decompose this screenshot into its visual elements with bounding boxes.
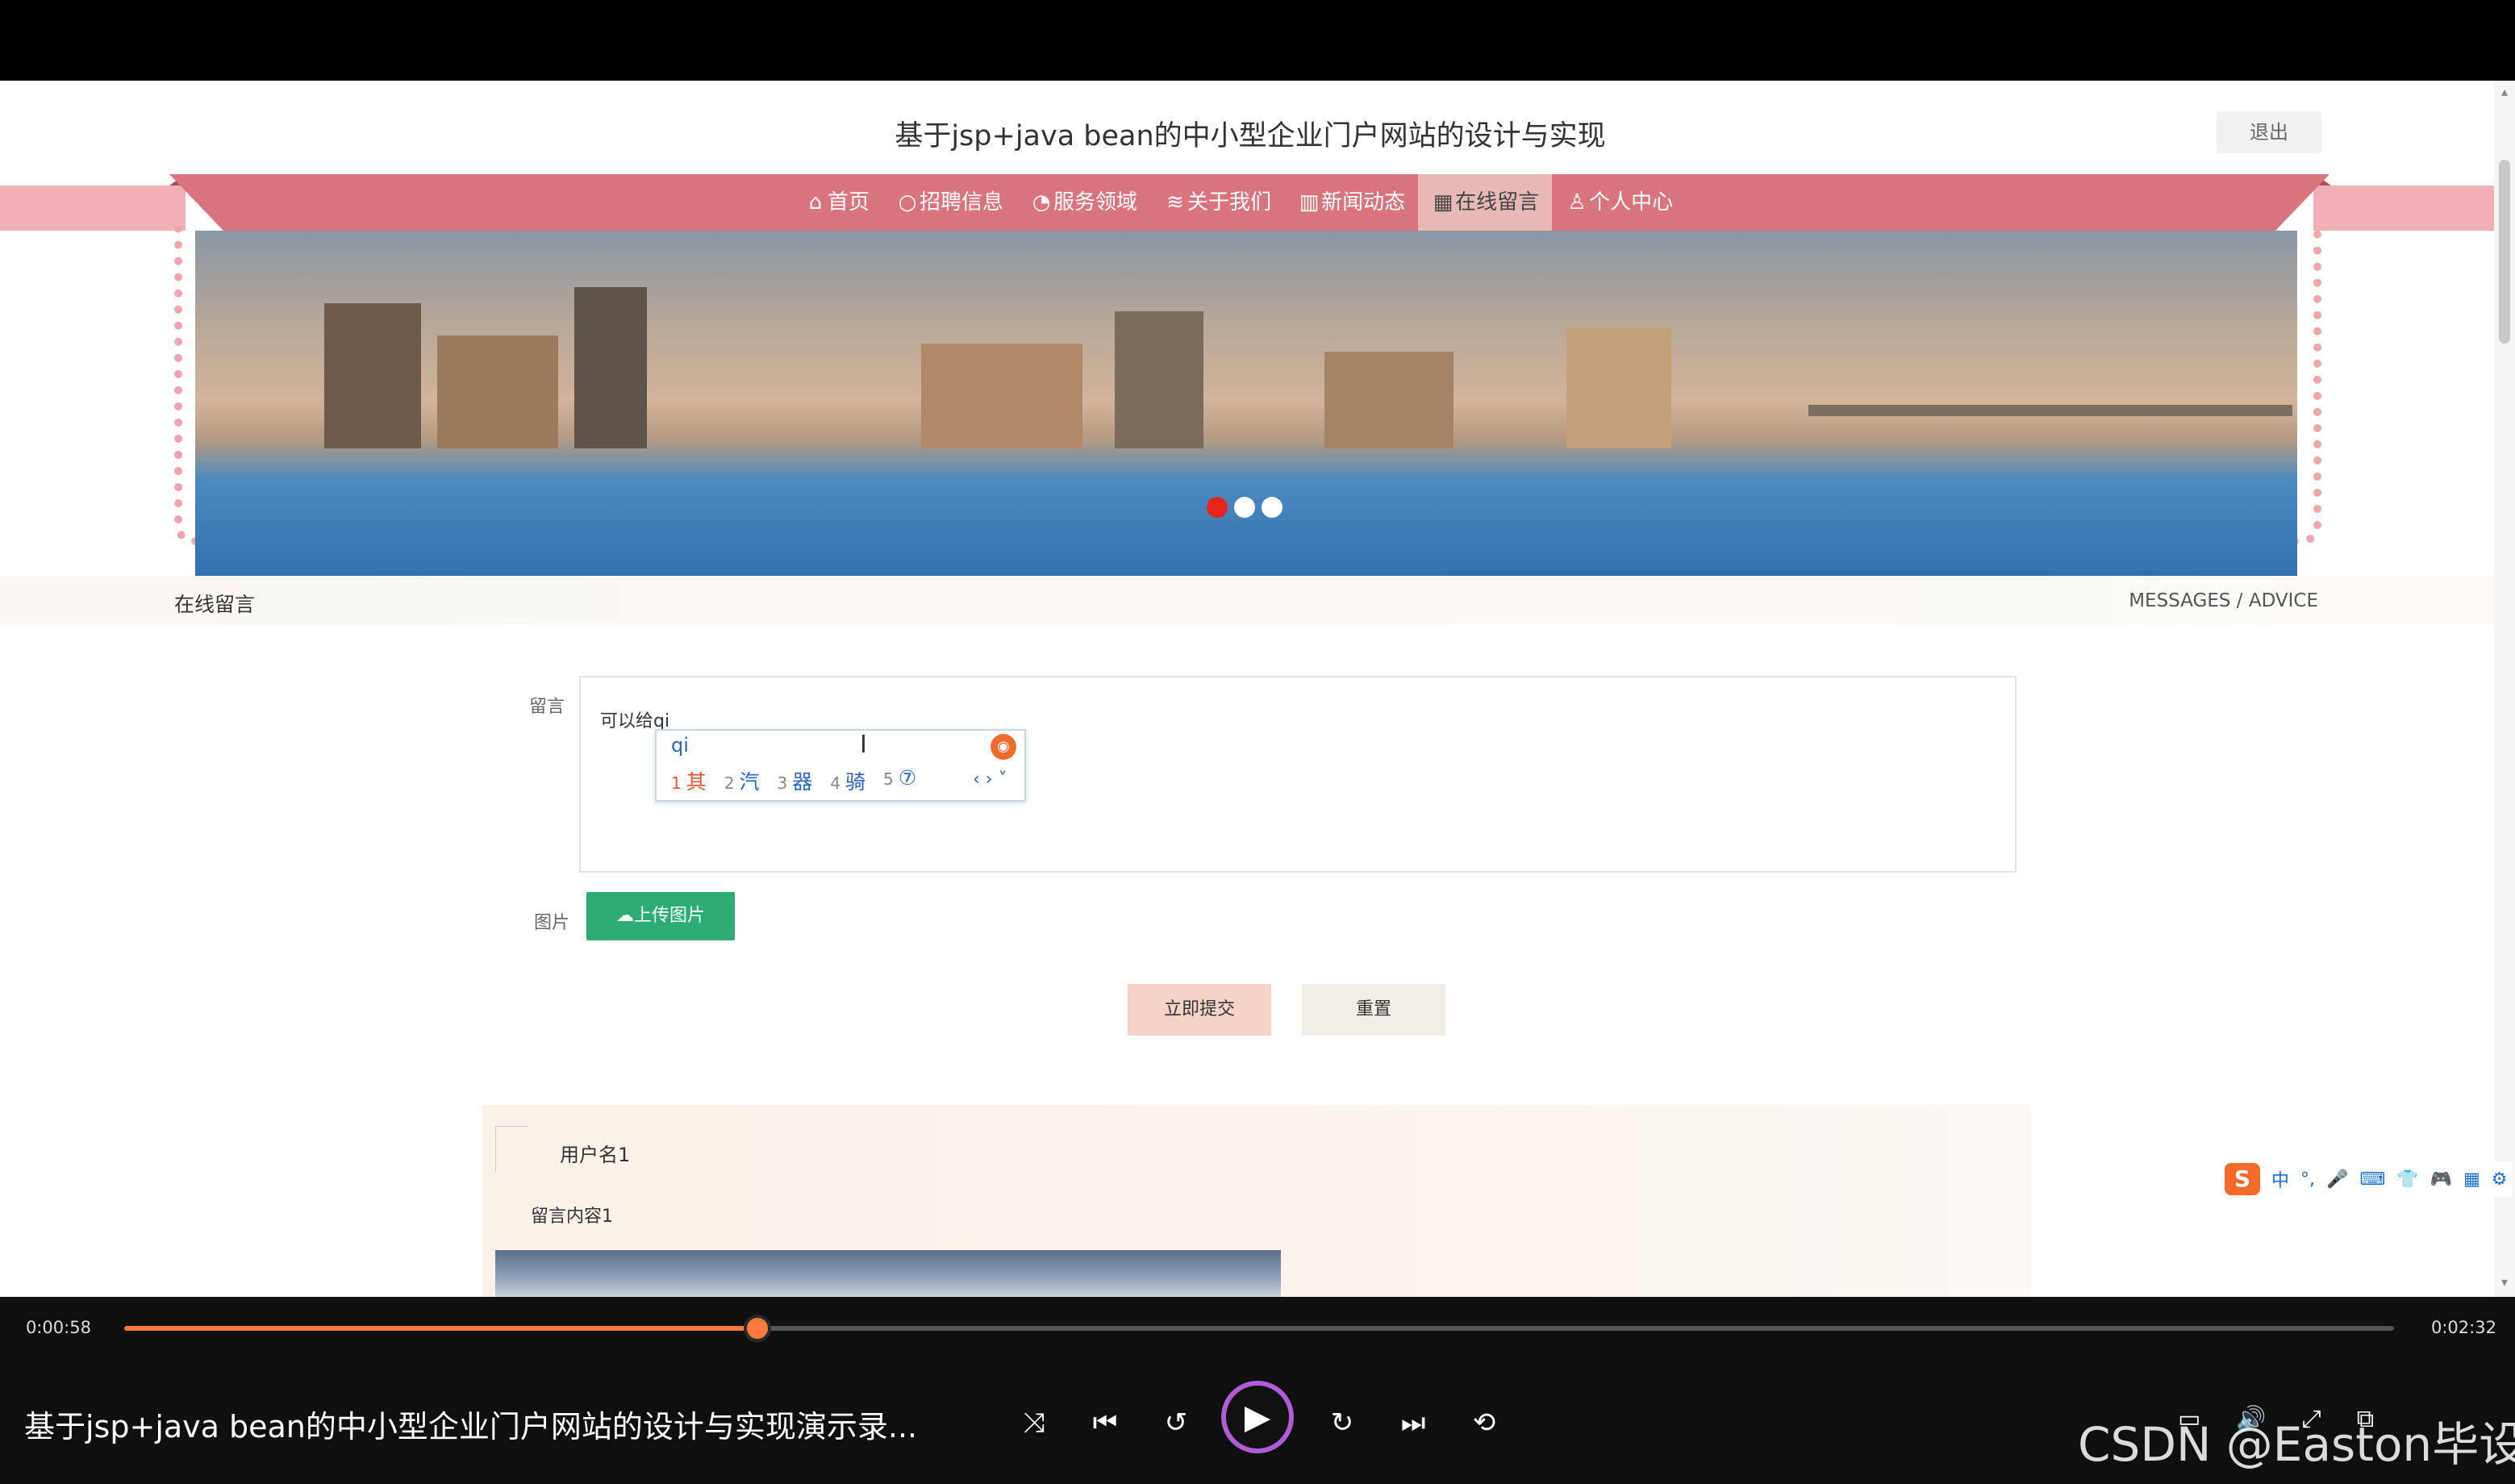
- candidate-index: 1: [671, 773, 682, 793]
- ribbon-right: [2313, 186, 2515, 231]
- reset-button[interactable]: 重置: [1302, 984, 1445, 1036]
- avatar: [495, 1126, 528, 1172]
- video-title: 基于jsp+java bean的中小型企业门户网站的设计与实现演示录...: [24, 1409, 918, 1444]
- nav-label: 在线留言: [1455, 190, 1540, 215]
- ribbon-left: [0, 186, 186, 231]
- repeat-off-icon[interactable]: ⟲: [1466, 1405, 1502, 1440]
- ime-candidate[interactable]: 3器: [778, 766, 813, 795]
- bridge-shape: [1808, 405, 2292, 416]
- rewind-10-icon[interactable]: ↺: [1158, 1405, 1194, 1440]
- microphone-icon[interactable]: 🎤: [2326, 1169, 2348, 1190]
- candidate-text: 汽: [739, 770, 760, 794]
- building-shape: [1115, 311, 1203, 448]
- game-icon[interactable]: 🎮: [2430, 1169, 2452, 1190]
- keyboard-icon[interactable]: ⌨: [2359, 1169, 2385, 1190]
- nav-label: 服务领域: [1053, 190, 1138, 215]
- ime-candidate[interactable]: 4骑: [830, 766, 865, 795]
- banner-image: [195, 231, 2297, 610]
- candidate-text: ⑦: [898, 766, 917, 790]
- carousel-dot[interactable]: [1262, 497, 1283, 518]
- upload-image-button[interactable]: ☁上传图片: [586, 892, 735, 940]
- submit-button[interactable]: 立即提交: [1128, 984, 1271, 1036]
- nav-label: 个人中心: [1589, 190, 1674, 215]
- building-shape: [574, 287, 647, 448]
- nav-item-messages[interactable]: ▦ 在线留言: [1418, 174, 1553, 231]
- ime-toolbar: S 中 °, 🎤 ⌨ 👕 🎮 ▦ ⚙: [2220, 1161, 2513, 1197]
- ime-candidate[interactable]: 1其: [671, 766, 707, 795]
- ime-candidate[interactable]: 5⑦: [883, 766, 916, 795]
- play-button[interactable]: ▶: [1221, 1381, 1294, 1453]
- building-shape: [437, 336, 558, 448]
- comment-username: 用户名1: [560, 1144, 631, 1166]
- ime-page-arrows-icon[interactable]: ‹ › ˅: [973, 769, 1007, 790]
- candidate-text: 器: [792, 770, 813, 794]
- building-shape: [921, 344, 1082, 448]
- building-shape: [324, 303, 421, 448]
- progress-fill: [124, 1326, 757, 1331]
- building-shape: [1566, 327, 1671, 448]
- comment-content: 留言内容1: [531, 1207, 613, 1227]
- watermark: CSDN @Easton毕设: [2078, 1417, 2515, 1472]
- calendar-icon: ▦: [1433, 190, 1454, 215]
- candidate-index: 5: [883, 769, 894, 789]
- upload-label: 上传图片: [633, 906, 705, 926]
- skin-icon[interactable]: 👕: [2396, 1169, 2418, 1190]
- ime-candidate[interactable]: 2汽: [724, 766, 760, 795]
- candidate-index: 2: [724, 773, 735, 793]
- site-title: 基于jsp+java bean的中小型企业门户网站的设计与实现: [895, 120, 1606, 152]
- scroll-down-icon[interactable]: ▾: [2494, 1274, 2515, 1294]
- forward-30-icon[interactable]: ↻: [1324, 1405, 1360, 1440]
- carousel-dots: [1207, 497, 1283, 518]
- logout-button[interactable]: 退出: [2217, 111, 2321, 153]
- text-cursor-icon: I: [860, 731, 867, 759]
- section-subtitle: MESSAGES / ADVICE: [2129, 590, 2318, 611]
- previous-icon[interactable]: ⏮: [1087, 1405, 1123, 1440]
- next-icon[interactable]: ⏭: [1395, 1405, 1431, 1440]
- carousel-dot[interactable]: [1207, 497, 1228, 518]
- nav-label: 新闻动态: [1321, 190, 1406, 215]
- ime-logo-icon: ◉: [991, 734, 1016, 760]
- nav-item-home[interactable]: ⌂ 首页: [790, 174, 882, 231]
- carousel-dot[interactable]: [1234, 497, 1255, 518]
- comment-image: [495, 1250, 1281, 1297]
- image-label: 图片: [534, 913, 570, 933]
- cloud-upload-icon: ☁: [615, 906, 634, 926]
- progress-thumb[interactable]: [743, 1315, 771, 1342]
- ime-mode-chinese[interactable]: 中: [2271, 1166, 2289, 1192]
- nav-item-news[interactable]: ▥ 新闻动态: [1284, 174, 1418, 231]
- nav-item-jobs[interactable]: ○ 招聘信息: [882, 174, 1016, 231]
- message-label: 留言: [529, 697, 565, 717]
- current-time: 0:00:58: [26, 1318, 91, 1337]
- user-icon: ♙: [1567, 190, 1587, 215]
- nav-item-services[interactable]: ◔ 服务领域: [1016, 174, 1150, 231]
- nav-item-profile[interactable]: ♙ 个人中心: [1552, 174, 1686, 231]
- nav-label: 招聘信息: [920, 190, 1004, 215]
- sogou-logo-icon[interactable]: S: [2225, 1163, 2260, 1195]
- shuffle-icon[interactable]: ⤨: [1016, 1405, 1052, 1440]
- ime-candidates: 1其 2汽 3器 4骑 5⑦: [671, 766, 916, 795]
- section-title: 在线留言: [174, 593, 256, 616]
- scroll-up-icon[interactable]: ▴: [2494, 84, 2515, 103]
- nav-label: 首页: [828, 190, 870, 215]
- sliders-icon: ≋: [1166, 190, 1184, 215]
- scrollbar-thumb[interactable]: [2499, 160, 2510, 344]
- candidate-text: 骑: [845, 770, 865, 794]
- candidate-index: 4: [830, 773, 840, 793]
- apps-icon[interactable]: ▦: [2463, 1169, 2480, 1190]
- building-icon: ▥: [1299, 190, 1320, 215]
- punctuation-icon[interactable]: °,: [2300, 1169, 2315, 1190]
- circle-icon: ○: [898, 190, 917, 215]
- settings-icon[interactable]: ⚙: [2492, 1169, 2508, 1190]
- gauge-icon: ◔: [1032, 190, 1051, 215]
- total-time: 0:02:32: [2431, 1318, 2496, 1337]
- building-shape: [1324, 352, 1454, 448]
- nav-items: ⌂ 首页 ○ 招聘信息 ◔ 服务领域 ≋ 关于我们 ▥ 新闻动态 ▦ 在线留言 ♙ 个人中心: [790, 174, 1686, 231]
- ime-composition: qi: [671, 734, 689, 757]
- home-icon: ⌂: [808, 190, 823, 215]
- candidate-text: 其: [686, 770, 707, 794]
- candidate-index: 3: [777, 773, 788, 793]
- nav-item-about[interactable]: ≋ 关于我们: [1150, 174, 1284, 231]
- nav-label: 关于我们: [1187, 190, 1272, 215]
